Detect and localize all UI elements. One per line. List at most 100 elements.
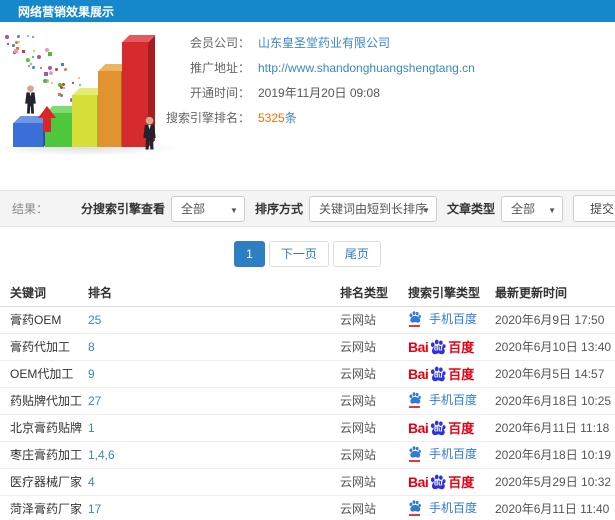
baidu-logo-name: 百度	[448, 421, 475, 436]
confetti-dot	[27, 35, 30, 37]
keyword-cell: 药贴牌代加工	[0, 387, 88, 415]
mobile-baidu-logo: 手机百度	[408, 499, 477, 516]
mobile-baidu-logo: 手机百度	[408, 391, 477, 408]
rank-type-cell: 云网站	[340, 495, 408, 520]
table-row: 枣庄膏药加工 1,4,6 云网站 手机百度 2020年6月18日 10:19	[0, 441, 615, 469]
mobile-baidu-label: 手机百度	[429, 392, 478, 407]
baidu-paw: du	[429, 419, 447, 437]
last-page-button[interactable]: 尾页	[332, 241, 381, 267]
confetti-dot	[39, 66, 42, 69]
baidu-logo-name: 百度	[448, 340, 475, 355]
confetti-dot	[61, 62, 65, 66]
results-table: 关键词 排名 排名类型 搜索引擎类型 最新更新时间 膏药OEM 25 云网站 手…	[0, 280, 615, 520]
confetti-dot	[31, 56, 34, 59]
rank-type-cell: 云网站	[340, 468, 408, 496]
confetti-dot	[59, 85, 63, 89]
site-label: 推广地址：	[189, 61, 250, 75]
engine-select[interactable]: 全部 ▼	[170, 195, 245, 222]
baidu-paw: du	[429, 365, 447, 383]
engine-cell: 手机百度	[408, 495, 495, 520]
table-row: 膏药代加工 8 云网站 Bai du 百度 2020年6月10日 13:40	[0, 333, 615, 361]
rank-link[interactable]: 17	[88, 495, 340, 520]
up-arrow-icon	[38, 106, 56, 132]
confetti-dot	[42, 78, 47, 83]
col-keyword: 关键词	[0, 280, 88, 307]
mobile-baidu-icon	[408, 445, 423, 462]
bar-3	[72, 88, 104, 147]
engine-view-label: 分搜索引擎查看	[80, 202, 165, 216]
baidu-logo-du: du	[434, 345, 443, 353]
chevron-down-icon: ▼	[422, 205, 430, 215]
table-row: OEM代加工 9 云网站 Bai du 百度 2020年6月5日 14:57	[0, 360, 615, 388]
table-row: 菏泽膏药厂家 17 云网站 手机百度 2020年6月11日 11:40	[0, 495, 615, 520]
businessman-figure-left	[25, 85, 36, 114]
rank-link[interactable]: 27	[88, 387, 340, 415]
updated-cell: 2020年6月5日 14:57	[495, 360, 615, 388]
rank-link[interactable]: 8	[88, 333, 340, 361]
page-1-button[interactable]: 1	[234, 241, 265, 267]
confetti-dot	[77, 77, 80, 80]
col-updated: 最新更新时间	[495, 280, 615, 307]
chevron-down-icon: ▼	[230, 205, 238, 215]
red-underline	[409, 324, 420, 327]
updated-cell: 2020年5月29日 10:32	[495, 468, 615, 496]
keyword-cell: 菏泽膏药厂家	[0, 495, 88, 520]
company-label: 会员公司：	[189, 36, 250, 50]
rank-link[interactable]: 9	[88, 360, 340, 388]
updated-cell: 2020年6月9日 17:50	[495, 306, 615, 334]
company-link[interactable]: 山东皇圣堂药业有限公司	[258, 34, 390, 51]
rank-link[interactable]: 1	[88, 414, 340, 442]
confetti-dot	[17, 35, 21, 38]
confetti-dot	[32, 49, 35, 52]
confetti-dot	[58, 92, 62, 96]
rank-link[interactable]: 1,4,6	[88, 441, 340, 469]
rank-link[interactable]: 4	[88, 468, 340, 496]
mobile-baidu-icon	[408, 391, 423, 408]
rank-count-value: 5325条	[258, 109, 297, 126]
confetti-dot	[62, 82, 66, 86]
baidu-logo-bai: Bai	[408, 473, 429, 490]
confetti-dot	[21, 50, 25, 54]
engine-cell: Bai du 百度	[408, 468, 495, 496]
opened-row: 开通时间： 2019年11月20日 09:08	[160, 80, 615, 105]
confetti-dot	[32, 36, 35, 39]
mobile-baidu-label: 手机百度	[429, 311, 478, 326]
baidu-logo-name: 百度	[448, 475, 475, 490]
engine-cell: Bai du 百度	[408, 414, 495, 442]
engine-select-value: 全部	[180, 202, 205, 216]
confetti-dot	[78, 84, 81, 87]
baidu-logo-du: du	[434, 372, 443, 380]
submit-button[interactable]: 提交	[573, 195, 615, 222]
result-label: 结果：	[12, 202, 49, 216]
confetti-dot	[14, 40, 18, 44]
confetti-dot	[48, 52, 53, 57]
sort-select-value: 关键词由短到长排序	[318, 202, 427, 216]
baidu-paw-icon	[409, 445, 421, 458]
mobile-baidu-icon	[408, 310, 423, 327]
keyword-cell: 枣庄膏药加工	[0, 441, 88, 469]
engine-cell: 手机百度	[408, 306, 495, 334]
updated-cell: 2020年6月18日 10:19	[495, 441, 615, 469]
member-info: 会员公司： 山东皇圣堂药业有限公司 推广地址： http://www.shand…	[160, 30, 615, 130]
rank-count-label: 搜索引擎排名：	[165, 111, 250, 125]
next-page-button[interactable]: 下一页	[268, 241, 329, 267]
keyword-cell: 膏药OEM	[0, 306, 88, 334]
confetti-dot	[63, 68, 67, 72]
col-rank-type: 排名类型	[340, 280, 408, 307]
site-link[interactable]: http://www.shandonghuangshengtang.cn	[258, 61, 475, 75]
opened-value: 2019年11月20日 09:08	[258, 86, 380, 100]
red-underline	[409, 459, 420, 462]
engine-cell: 手机百度	[408, 441, 495, 469]
baidu-logo: Bai du 百度	[408, 364, 474, 383]
sort-select[interactable]: 关键词由短到长排序 ▼	[308, 195, 437, 222]
baidu-logo: Bai du 百度	[408, 337, 474, 356]
article-type-select[interactable]: 全部 ▼	[501, 195, 563, 222]
table-row: 北京膏药贴牌 1 云网站 Bai du 百度 2020年6月11日 11:18	[0, 414, 615, 442]
confetti-dot	[27, 57, 30, 60]
rank-link[interactable]: 25	[88, 306, 340, 334]
bar-chart-illustration	[5, 35, 180, 170]
confetti-dot	[47, 66, 52, 71]
keyword-cell: 医疗器械厂家	[0, 468, 88, 496]
table-row: 药贴牌代加工 27 云网站 手机百度 2020年6月18日 10:25	[0, 387, 615, 415]
article-type-label: 文章类型	[446, 202, 495, 216]
